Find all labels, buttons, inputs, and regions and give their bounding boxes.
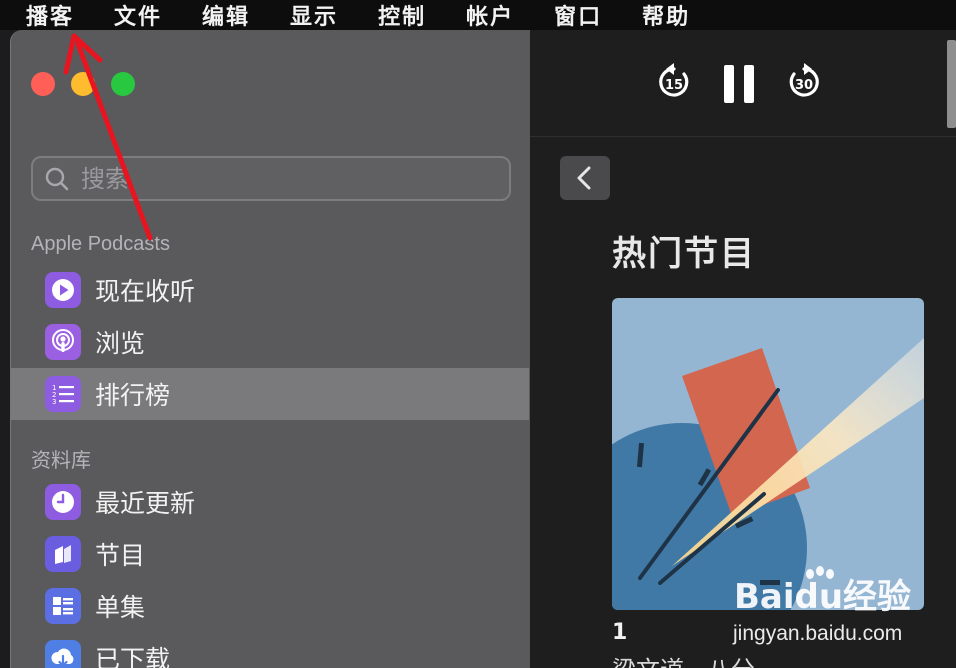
- back-button[interactable]: [560, 156, 610, 200]
- menu-view[interactable]: 显示: [290, 0, 338, 31]
- sidebar-item-listen-now[interactable]: 现在收听: [11, 264, 529, 316]
- clock-icon: [45, 484, 81, 520]
- menu-window[interactable]: 窗口: [554, 0, 602, 31]
- sidebar-item-label: 已下载: [95, 645, 171, 668]
- show-title[interactable]: 梁文道 · 八分: [612, 650, 755, 668]
- menu-account[interactable]: 帐户: [466, 0, 514, 31]
- sidebar-item-label: 单集: [95, 593, 146, 622]
- menu-controls[interactable]: 控制: [378, 0, 426, 31]
- svg-text:15: 15: [665, 78, 683, 93]
- menu-edit[interactable]: 编辑: [202, 0, 250, 31]
- svg-text:Baidu经验: Baidu经验: [734, 577, 911, 617]
- window-close-button[interactable]: [31, 72, 55, 96]
- download-icon: [45, 640, 81, 668]
- svg-text:30: 30: [795, 78, 813, 93]
- menu-bar: 播客 文件 编辑 显示 控制 帐户 窗口 帮助: [0, 0, 956, 30]
- chevron-left-icon: [577, 166, 591, 190]
- sidebar-item-label: 节目: [95, 541, 146, 570]
- skip-back-button[interactable]: 15: [654, 62, 694, 102]
- sidebar-item-label: 最近更新: [95, 489, 196, 518]
- episodes-icon: [45, 588, 81, 624]
- scrollbar-thumb[interactable]: [947, 40, 956, 128]
- baidu-logo-icon: Baidu经验: [734, 566, 911, 617]
- shows-icon: [45, 536, 81, 572]
- sidebar-item-recently-updated[interactable]: 最近更新: [11, 476, 529, 528]
- sidebar-item-label: 现在收听: [95, 277, 196, 306]
- sidebar-item-top-charts[interactable]: 1 2 3 排行榜: [11, 368, 529, 420]
- sidebar-item-episodes[interactable]: 单集: [11, 580, 529, 632]
- section-title-library: 资料库: [31, 450, 91, 472]
- svg-text:3: 3: [52, 398, 56, 406]
- list-numbered-icon: 1 2 3: [45, 376, 81, 412]
- section-title-apple-podcasts: Apple Podcasts: [31, 233, 170, 255]
- chart-rank: 1: [612, 620, 628, 645]
- player-bar: 15 30: [530, 30, 956, 137]
- menu-podcasts[interactable]: 播客: [26, 0, 74, 31]
- sidebar-item-downloaded[interactable]: 已下载: [11, 632, 529, 668]
- sidebar-item-label: 排行榜: [95, 381, 171, 410]
- skip-back-15-icon: 15: [659, 63, 689, 97]
- sidebar-item-browse[interactable]: 浏览: [11, 316, 529, 368]
- sidebar-item-shows[interactable]: 节目: [11, 528, 529, 580]
- sidebar-item-label: 浏览: [95, 329, 146, 358]
- menu-file[interactable]: 文件: [114, 0, 162, 31]
- play-circle-icon: [45, 272, 81, 308]
- sidebar: Apple Podcasts 现在收听 浏览 1: [10, 30, 530, 668]
- search-field[interactable]: [31, 156, 511, 201]
- podcast-icon: [45, 324, 81, 360]
- search-icon: [33, 156, 81, 201]
- menu-help[interactable]: 帮助: [642, 0, 690, 31]
- window-minimize-button[interactable]: [71, 72, 95, 96]
- podcasts-screen: 播客 文件 编辑 显示 控制 帐户 窗口 帮助 Apple Podcasts: [0, 0, 956, 668]
- skip-forward-button[interactable]: 30: [784, 62, 824, 102]
- pause-icon: [724, 65, 754, 103]
- search-input[interactable]: [81, 164, 481, 193]
- window-zoom-button[interactable]: [111, 72, 135, 96]
- skip-forward-30-icon: 30: [789, 63, 819, 97]
- pause-button[interactable]: [722, 63, 756, 105]
- watermark-url: jingyan.baidu.com: [733, 622, 903, 645]
- page-title: 热门节目: [612, 234, 756, 274]
